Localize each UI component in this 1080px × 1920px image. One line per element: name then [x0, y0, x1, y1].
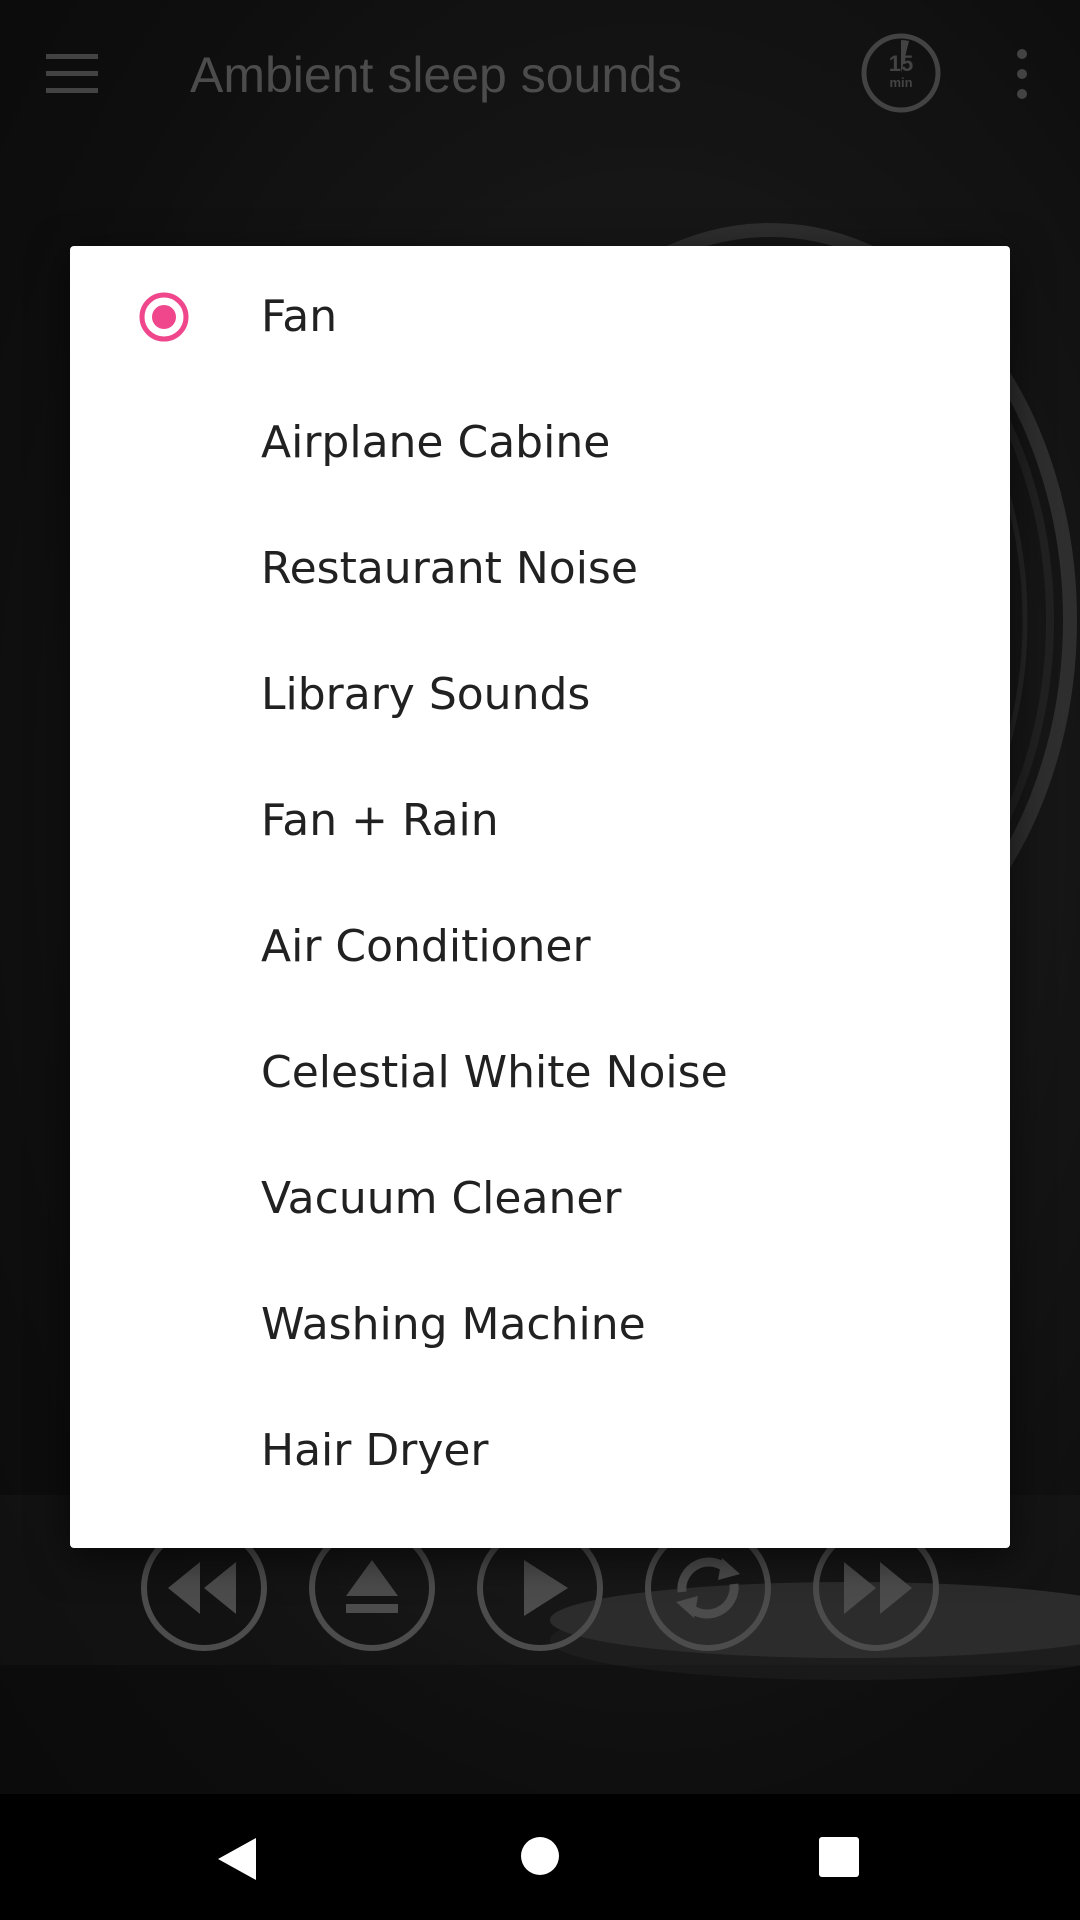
radio-selected-icon[interactable]: [138, 291, 190, 343]
recents-icon[interactable]: [818, 1836, 860, 1878]
sound-option-label: Fan + Rain: [261, 795, 499, 846]
sound-option-label: Restaurant Noise: [261, 543, 638, 594]
sound-option[interactable]: Fan: [70, 254, 1010, 380]
sound-option-label: Air Conditioner: [261, 921, 591, 972]
sound-option[interactable]: Fan + Rain: [70, 758, 1010, 884]
sound-option[interactable]: Library Sounds: [70, 632, 1010, 758]
sound-option-label: Washing Machine: [261, 1299, 646, 1350]
home-icon[interactable]: [520, 1836, 560, 1876]
sound-option-label: Celestial White Noise: [261, 1047, 728, 1098]
sound-option[interactable]: Vacuum Cleaner: [70, 1136, 1010, 1262]
sound-option-label: Library Sounds: [261, 669, 591, 720]
sound-option[interactable]: Celestial White Noise: [70, 1010, 1010, 1136]
sound-option[interactable]: Airplane Cabine: [70, 380, 1010, 506]
back-icon[interactable]: [214, 1836, 260, 1882]
sound-option[interactable]: Air Conditioner: [70, 884, 1010, 1010]
sound-option-label: Vacuum Cleaner: [261, 1173, 622, 1224]
sound-option[interactable]: Restaurant Noise: [70, 506, 1010, 632]
sound-option[interactable]: Hair Dryer: [70, 1388, 1010, 1514]
sound-selection-dialog: Fan Airplane Cabine Restaurant Noise Lib…: [70, 246, 1010, 1548]
sound-option-label: Hair Dryer: [261, 1425, 489, 1476]
screen: Ambient sleep sounds 15 min Fan Airplane…: [0, 0, 1080, 1920]
sound-option-label: Airplane Cabine: [261, 417, 611, 468]
sound-option[interactable]: Washing Machine: [70, 1262, 1010, 1388]
sound-option-label: Fan: [261, 291, 338, 342]
